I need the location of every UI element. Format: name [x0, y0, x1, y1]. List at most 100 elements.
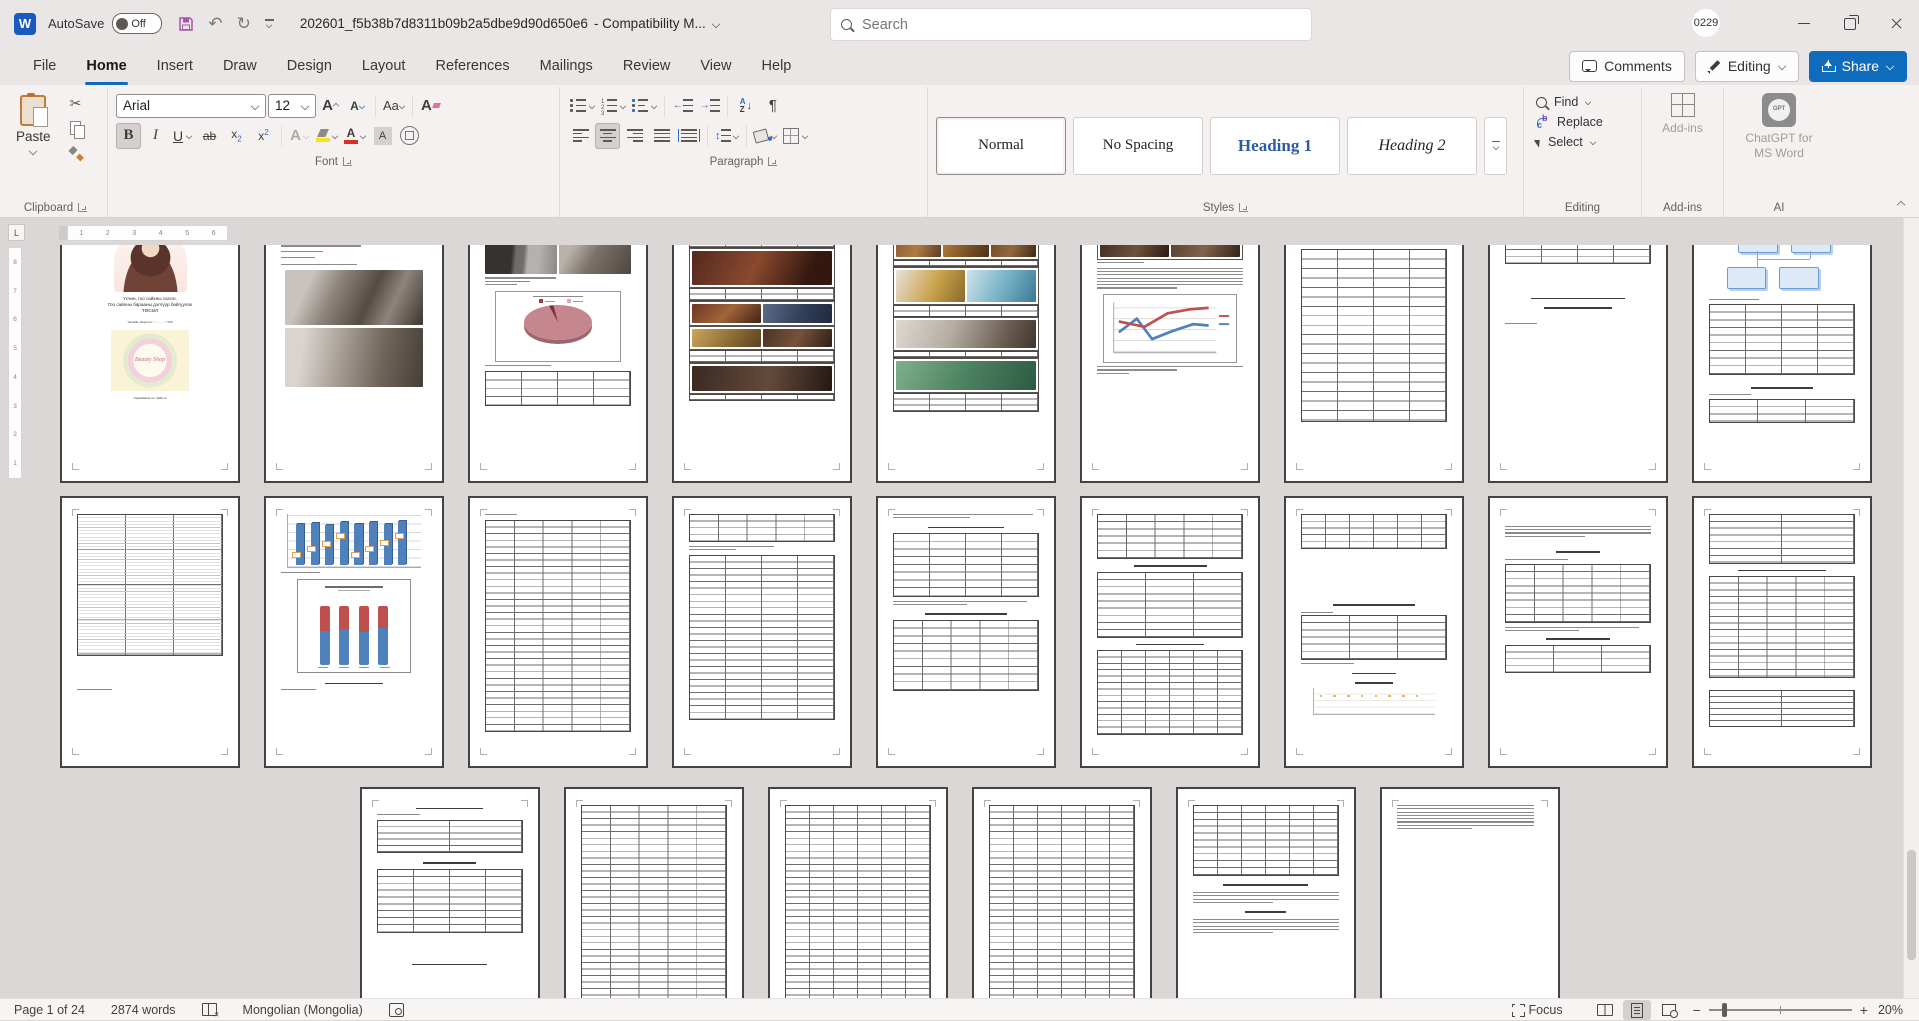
align-left-button[interactable]: [568, 123, 593, 149]
multilevel-list-button[interactable]: [630, 93, 659, 119]
grow-font-button[interactable]: A: [318, 93, 343, 119]
print-layout-button[interactable]: [1623, 1000, 1651, 1020]
page-indicator[interactable]: Page 1 of 24: [14, 1003, 85, 1017]
page-thumbnail[interactable]: [1284, 496, 1464, 768]
zoom-out-button[interactable]: −: [1693, 1002, 1701, 1018]
enclose-characters-button[interactable]: [397, 123, 422, 149]
styles-dialog-launcher[interactable]: [1239, 203, 1248, 212]
page-thumbnail[interactable]: [264, 496, 444, 768]
scrollbar-thumb[interactable]: [1907, 850, 1916, 960]
italic-button[interactable]: I: [143, 123, 168, 149]
page-thumbnail[interactable]: Үсчин, гоо сайхны салон,Гоо сайхны бараа…: [60, 245, 240, 483]
underline-button[interactable]: U: [170, 123, 195, 149]
line-spacing-button[interactable]: ↕: [713, 123, 741, 149]
focus-button[interactable]: Focus: [1512, 1003, 1563, 1017]
document-title[interactable]: 202601_f5b38b7d8311b09b2a5dbe9d90d650e6 …: [300, 16, 720, 31]
clear-formatting-button[interactable]: A: [418, 93, 443, 119]
search-input[interactable]: [860, 16, 1301, 34]
text-effects-button[interactable]: A: [287, 123, 312, 149]
tab-mailings[interactable]: Mailings: [525, 47, 608, 85]
format-painter-button[interactable]: [65, 143, 87, 163]
style-heading-1[interactable]: Heading 1: [1210, 117, 1340, 175]
style-normal[interactable]: Normal: [936, 117, 1066, 175]
minimize-button[interactable]: [1781, 0, 1827, 47]
style-heading-2[interactable]: Heading 2: [1347, 117, 1477, 175]
page-thumbnail[interactable]: [468, 496, 648, 768]
autosave-toggle[interactable]: Off: [112, 13, 162, 34]
numbering-button[interactable]: 123: [599, 93, 628, 119]
bullets-button[interactable]: [568, 93, 597, 119]
page-thumbnail[interactable]: [264, 245, 444, 483]
page-thumbnail[interactable]: [1380, 787, 1560, 998]
page-thumbnail[interactable]: [1488, 245, 1668, 483]
show-paragraph-marks-button[interactable]: ¶: [760, 93, 785, 119]
clipboard-dialog-launcher[interactable]: [78, 203, 87, 212]
align-center-button[interactable]: [595, 123, 620, 149]
style-no-spacing[interactable]: No Spacing: [1073, 117, 1203, 175]
replace-button[interactable]: bcReplace: [1536, 115, 1631, 129]
word-app-icon[interactable]: W: [14, 13, 36, 35]
word-count[interactable]: 2874 words: [111, 1003, 176, 1017]
page-thumbnail[interactable]: [1284, 245, 1464, 483]
save-icon[interactable]: [178, 16, 194, 32]
page-thumbnail[interactable]: [360, 787, 540, 998]
align-right-button[interactable]: [622, 123, 647, 149]
page-thumbnail[interactable]: [768, 787, 948, 998]
tab-layout[interactable]: Layout: [347, 47, 421, 85]
page-thumbnail[interactable]: [1080, 496, 1260, 768]
select-button[interactable]: Select: [1536, 135, 1631, 149]
share-button[interactable]: Share: [1809, 51, 1907, 82]
close-button[interactable]: [1873, 0, 1919, 47]
font-color-button[interactable]: A: [342, 123, 368, 149]
character-shading-button[interactable]: A: [370, 123, 395, 149]
tab-file[interactable]: File: [18, 47, 71, 85]
paragraph-dialog-launcher[interactable]: [768, 157, 777, 166]
proofing-errors-button[interactable]: [202, 1003, 217, 1016]
font-size-combobox[interactable]: 12: [268, 94, 316, 118]
find-button[interactable]: Find: [1536, 95, 1631, 109]
tab-help[interactable]: Help: [747, 47, 807, 85]
paste-button[interactable]: Paste: [10, 91, 57, 198]
justify-button[interactable]: [649, 123, 674, 149]
editing-mode-button[interactable]: Editing: [1695, 51, 1799, 82]
page-thumbnail[interactable]: [564, 787, 744, 998]
page-thumbnail[interactable]: [972, 787, 1152, 998]
page-thumbnail[interactable]: [1692, 496, 1872, 768]
page-thumbnail[interactable]: [468, 245, 648, 483]
language-indicator[interactable]: Mongolian (Mongolia): [243, 1003, 363, 1017]
page-thumbnail[interactable]: [876, 496, 1056, 768]
font-name-combobox[interactable]: Arial: [116, 94, 266, 118]
cut-button[interactable]: ✂: [65, 93, 87, 113]
search-box[interactable]: [830, 8, 1312, 41]
read-mode-button[interactable]: [1591, 1000, 1619, 1020]
page-thumbnail[interactable]: [60, 496, 240, 768]
shading-button[interactable]: [752, 123, 779, 149]
tab-review[interactable]: Review: [608, 47, 686, 85]
zoom-slider[interactable]: [1709, 1009, 1852, 1011]
undo-icon[interactable]: ↶: [208, 15, 222, 32]
page-thumbnail[interactable]: [1692, 245, 1872, 483]
change-case-button[interactable]: Aa: [381, 93, 407, 119]
font-dialog-launcher[interactable]: [343, 157, 352, 166]
account-badge[interactable]: 0229: [1692, 9, 1720, 37]
page-thumbnail[interactable]: [876, 245, 1056, 483]
superscript-button[interactable]: x2: [251, 123, 276, 149]
chatgpt-addin-button[interactable]: GPT ChatGPT forMS Word: [1724, 87, 1834, 198]
page-thumbnail[interactable]: [1080, 245, 1260, 483]
customize-quick-access-icon[interactable]: [265, 19, 274, 27]
addins-button[interactable]: Add-ins: [1642, 87, 1723, 198]
shrink-font-button[interactable]: A: [345, 93, 370, 119]
tab-home[interactable]: Home: [71, 47, 141, 85]
redo-icon[interactable]: ↻: [237, 15, 251, 32]
bold-button[interactable]: B: [116, 123, 141, 149]
strikethrough-button[interactable]: ab: [197, 123, 222, 149]
tab-view[interactable]: View: [685, 47, 746, 85]
comments-button[interactable]: Comments: [1569, 51, 1685, 82]
zoom-level[interactable]: 20%: [1878, 1003, 1903, 1017]
tab-insert[interactable]: Insert: [142, 47, 208, 85]
accessibility-button[interactable]: [389, 1003, 404, 1017]
distribute-button[interactable]: [676, 123, 702, 149]
borders-button[interactable]: [781, 123, 810, 149]
page-thumbnail[interactable]: [1176, 787, 1356, 998]
tab-design[interactable]: Design: [272, 47, 347, 85]
